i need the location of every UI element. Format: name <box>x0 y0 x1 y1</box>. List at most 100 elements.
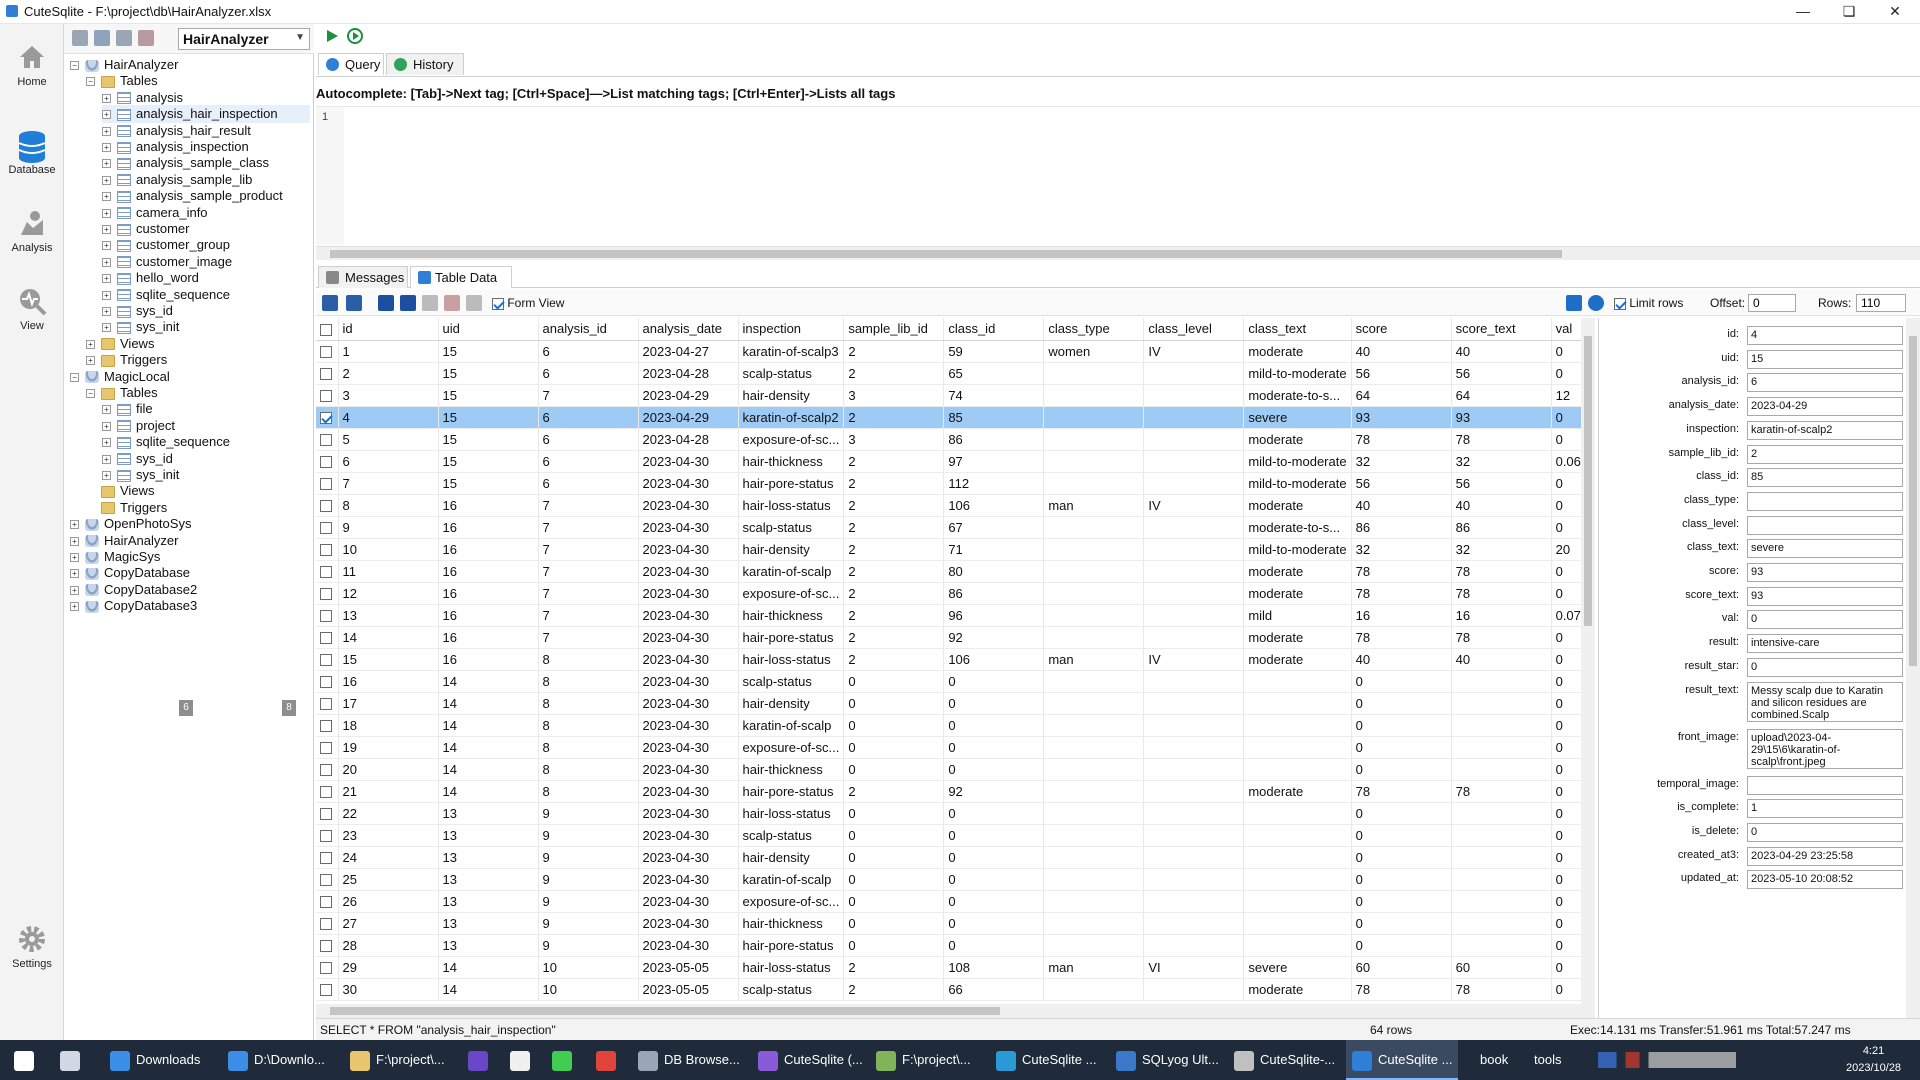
table-cell[interactable]: 86 <box>943 582 1045 605</box>
row-checkbox-cell[interactable] <box>316 582 339 605</box>
tree-node[interactable]: − Tables <box>86 72 310 90</box>
table-cell[interactable] <box>1043 934 1145 957</box>
table-row[interactable]: 21 14 8 2023-04-30 hair-pore-status 2 92 modera… <box>316 780 1590 803</box>
table-cell[interactable]: 97 <box>943 450 1045 473</box>
table-cell[interactable] <box>1143 538 1245 561</box>
expand-icon[interactable]: + <box>102 159 111 169</box>
table-cell[interactable]: 14 <box>438 670 539 693</box>
table-row[interactable]: 30 14 10 2023-05-05 scalp-status 2 66 moderate 7… <box>316 978 1590 1001</box>
row-checkbox-cell[interactable] <box>316 780 339 803</box>
table-cell[interactable]: 2 <box>843 956 945 979</box>
table-cell[interactable]: scalp-status <box>738 516 845 539</box>
limit-rows-toggle[interactable]: Limit rows <box>1614 296 1683 310</box>
table-cell[interactable]: 64 <box>1451 384 1552 407</box>
table-cell[interactable] <box>1143 362 1245 385</box>
form-vscrollbar[interactable] <box>1906 318 1920 1018</box>
table-cell[interactable]: 2023-04-30 <box>638 780 739 803</box>
tree-node[interactable]: + CopyDatabase2 <box>70 581 310 599</box>
table-cell[interactable]: man <box>1043 494 1145 517</box>
row-checkbox[interactable] <box>320 368 332 381</box>
table-cell[interactable]: 16 <box>438 516 539 539</box>
tree-node[interactable]: + Views <box>86 335 310 353</box>
table-cell[interactable] <box>1451 890 1552 913</box>
form-field-input[interactable]: 85 <box>1747 468 1903 488</box>
tab-table-data[interactable]: Table Data <box>410 266 512 288</box>
taskbar-item[interactable]: F:\project\... <box>344 1040 451 1080</box>
taskbar-item[interactable] <box>8 1040 46 1080</box>
table-cell[interactable]: 0 <box>1351 802 1452 825</box>
table-cell[interactable] <box>1451 824 1552 847</box>
table-cell[interactable]: 32 <box>1351 538 1452 561</box>
table-cell[interactable]: 20 <box>338 758 439 781</box>
taskbar-item[interactable]: CuteSqlite-... <box>1228 1040 1341 1080</box>
table-cell[interactable]: 0 <box>843 670 945 693</box>
column-header[interactable]: class_level <box>1143 318 1245 341</box>
table-cell[interactable]: hair-density <box>738 538 845 561</box>
table-cell[interactable]: 9 <box>538 824 639 847</box>
table-cell[interactable] <box>1043 670 1145 693</box>
table-cell[interactable]: 0 <box>943 868 1045 891</box>
table-cell[interactable]: 0 <box>1351 692 1452 715</box>
table-cell[interactable]: 6 <box>538 362 639 385</box>
table-cell[interactable]: exposure-of-sc... <box>738 428 845 451</box>
row-checkbox-cell[interactable] <box>316 472 339 495</box>
table-cell[interactable]: 2023-04-30 <box>638 494 739 517</box>
column-header[interactable]: score <box>1351 318 1452 341</box>
table-cell[interactable]: 16 <box>438 604 539 627</box>
table-cell[interactable] <box>1143 912 1245 935</box>
taskbar-item[interactable]: Downloads <box>104 1040 206 1080</box>
table-cell[interactable]: moderate-to-s... <box>1243 384 1352 407</box>
table-cell[interactable] <box>1043 978 1145 1001</box>
table-cell[interactable]: 7 <box>538 538 639 561</box>
tree-node[interactable]: + file <box>102 400 310 418</box>
table-cell[interactable] <box>1143 736 1245 759</box>
table-cell[interactable]: 9 <box>538 868 639 891</box>
tree-node[interactable]: + HairAnalyzer <box>70 532 310 550</box>
table-cell[interactable]: 2023-04-30 <box>638 758 739 781</box>
table-cell[interactable] <box>1451 714 1552 737</box>
table-cell[interactable]: 0 <box>943 890 1045 913</box>
table-row[interactable]: 10 16 7 2023-04-30 hair-density 2 71 mild-to-mo… <box>316 538 1590 561</box>
row-checkbox-cell[interactable] <box>316 340 339 363</box>
table-row[interactable]: 22 13 9 2023-04-30 hair-loss-status 0 0 0 0 <box>316 802 1590 825</box>
tree-node[interactable]: + CopyDatabase3 <box>70 597 310 615</box>
table-cell[interactable]: 56 <box>1351 362 1452 385</box>
table-cell[interactable]: 106 <box>943 494 1045 517</box>
table-cell[interactable]: 32 <box>1451 538 1552 561</box>
table-cell[interactable]: moderate <box>1243 626 1352 649</box>
row-checkbox[interactable] <box>320 544 332 557</box>
table-cell[interactable]: 71 <box>943 538 1045 561</box>
table-cell[interactable] <box>1143 978 1245 1001</box>
table-cell[interactable]: 0 <box>943 714 1045 737</box>
nav-view[interactable]: View <box>0 286 64 332</box>
row-checkbox[interactable] <box>320 478 332 491</box>
table-cell[interactable] <box>1451 868 1552 891</box>
table-cell[interactable]: 86 <box>943 428 1045 451</box>
form-field-input[interactable]: severe <box>1747 539 1903 559</box>
table-cell[interactable] <box>1043 582 1145 605</box>
table-cell[interactable]: 10 <box>338 538 439 561</box>
nav-settings[interactable]: Settings <box>0 924 64 970</box>
table-cell[interactable]: moderate <box>1243 978 1352 1001</box>
table-cell[interactable]: 0 <box>843 912 945 935</box>
row-checkbox-cell[interactable] <box>316 956 339 979</box>
form-field-input[interactable]: 93 <box>1747 563 1903 582</box>
table-cell[interactable]: 15 <box>438 472 539 495</box>
table-cell[interactable]: 0 <box>843 758 945 781</box>
table-cell[interactable] <box>1451 736 1552 759</box>
table-cell[interactable] <box>1243 846 1352 869</box>
table-row[interactable]: 13 16 7 2023-04-30 hair-thickness 2 96 mild 16 16… <box>316 604 1590 627</box>
column-header[interactable]: class_text <box>1243 318 1352 341</box>
table-cell[interactable]: 2023-04-30 <box>638 846 739 869</box>
table-cell[interactable]: 86 <box>1351 516 1452 539</box>
table-cell[interactable]: 40 <box>1451 648 1552 671</box>
column-header[interactable]: class_id <box>943 318 1045 341</box>
tree-node[interactable]: Triggers <box>86 499 310 517</box>
tree-node[interactable]: + analysis_sample_product <box>102 187 310 205</box>
table-row[interactable]: 15 16 8 2023-04-30 hair-loss-status 2 106 man IV… <box>316 648 1590 671</box>
table-cell[interactable]: moderate <box>1243 428 1352 451</box>
expand-icon[interactable]: + <box>102 307 111 317</box>
table-cell[interactable]: 2023-05-05 <box>638 956 739 979</box>
table-cell[interactable]: 2023-04-30 <box>638 670 739 693</box>
row-checkbox[interactable] <box>320 346 332 359</box>
